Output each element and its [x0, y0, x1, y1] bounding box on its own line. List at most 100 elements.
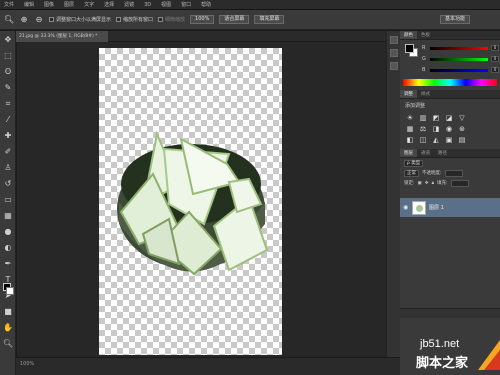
scrubby-zoom-label: 细微缩放 — [165, 17, 186, 23]
brightness-contrast-icon[interactable]: ☀ — [405, 114, 415, 123]
brush-tool-icon[interactable]: ✐ — [2, 146, 14, 158]
opacity-label: 不透明度: — [422, 171, 442, 176]
red-slider[interactable] — [430, 46, 488, 50]
document-canvas[interactable] — [99, 48, 282, 355]
workspace-button[interactable]: 基本功能 — [439, 15, 470, 24]
color-spectrum-ramp[interactable] — [403, 79, 497, 86]
fill-field[interactable] — [450, 179, 469, 187]
tab-paths[interactable]: 路径 — [434, 149, 451, 157]
selective-color-icon[interactable]: ▣ — [444, 136, 454, 145]
resize-windows-checkbox[interactable]: 调整窗口大小以满屏显示 — [49, 16, 111, 23]
menu-image[interactable]: 图像 — [44, 1, 54, 8]
gradient-map-icon[interactable]: ▤ — [457, 136, 467, 145]
exposure-icon[interactable]: ◪ — [444, 114, 454, 123]
background-color-swatch[interactable] — [6, 287, 14, 295]
menu-filter[interactable]: 滤镜 — [124, 1, 134, 8]
invert-icon[interactable]: ◧ — [405, 136, 415, 145]
zoom-all-checkbox[interactable]: 缩放所有窗口 — [116, 16, 153, 23]
channel-mixer-icon[interactable]: ⊛ — [457, 125, 467, 134]
layers-bottom-bar — [400, 308, 500, 318]
menu-help[interactable]: 帮助 — [201, 1, 211, 8]
fill-screen-button[interactable]: 填充屏幕 — [254, 15, 285, 24]
zoom-out-icon[interactable]: ⊖ — [34, 15, 44, 25]
lock-all-icon[interactable]: 🔒︎ — [432, 180, 434, 186]
zoom-tool-icon[interactable]: 🔍︎ — [4, 15, 14, 25]
zoom-readout[interactable]: 100% — [20, 361, 34, 367]
red-value[interactable]: 0 — [491, 45, 499, 51]
healing-brush-tool-icon[interactable]: ✚ — [2, 130, 14, 142]
lock-position-icon[interactable]: ✥ — [425, 181, 429, 186]
tab-channels[interactable]: 通道 — [417, 149, 434, 157]
character-panel-icon[interactable] — [390, 62, 398, 70]
gradient-tool-icon[interactable]: ▦ — [2, 210, 14, 222]
lasso-tool-icon[interactable]: ʘ — [2, 66, 14, 78]
move-tool-icon[interactable]: ✥ — [2, 34, 14, 46]
black-white-icon[interactable]: ◨ — [431, 125, 441, 134]
zoom-100-button[interactable]: 100% — [190, 15, 215, 24]
eraser-tool-icon[interactable]: ▭ — [2, 194, 14, 206]
layer-name[interactable]: 图层 1 — [429, 204, 444, 211]
menu-view[interactable]: 视图 — [161, 1, 171, 8]
red-label: R — [422, 45, 426, 51]
dodge-tool-icon[interactable]: ◐ — [2, 242, 14, 254]
blend-row: 正常 不透明度: — [400, 168, 500, 178]
menu-type[interactable]: 文字 — [84, 1, 94, 8]
tab-styles[interactable]: 样式 — [417, 90, 434, 98]
blur-tool-icon[interactable]: ● — [2, 226, 14, 238]
properties-panel-icon[interactable] — [390, 49, 398, 57]
quick-select-tool-icon[interactable]: ✎ — [2, 82, 14, 94]
layer-row-selected[interactable]: ◉ 图层 1 — [400, 198, 500, 217]
layers-panel-tabs: 图层 通道 路径 — [400, 149, 500, 158]
clone-stamp-tool-icon[interactable]: ♙ — [2, 162, 14, 174]
history-brush-tool-icon[interactable]: ↺ — [2, 178, 14, 190]
layer-kind-filter[interactable]: ρ 类型 — [404, 159, 424, 167]
crop-tool-icon[interactable]: ⌗ — [2, 98, 14, 110]
blue-value[interactable]: 0 — [491, 67, 499, 73]
opacity-field[interactable] — [444, 169, 463, 177]
fit-screen-button[interactable]: 适合屏幕 — [219, 15, 250, 24]
curves-icon[interactable]: ◩ — [431, 114, 441, 123]
blue-slider[interactable] — [430, 68, 488, 72]
threshold-icon[interactable]: ◭ — [431, 136, 441, 145]
document-tab[interactable]: 21.jpg @ 33.3% (图层 1, RGB/8#) * — [16, 31, 108, 42]
shape-tool-icon[interactable]: ■ — [2, 306, 14, 318]
menu-select[interactable]: 选择 — [104, 1, 114, 8]
pen-tool-icon[interactable]: ✒ — [2, 258, 14, 270]
options-bar: 🔍︎ ⊕ ⊖ 调整窗口大小以满屏显示 缩放所有窗口 细微缩放 100% 适合屏幕… — [0, 10, 500, 30]
fill-label: 填充: — [436, 181, 448, 186]
marquee-tool-icon[interactable]: ⬚ — [2, 50, 14, 62]
levels-icon[interactable]: ▥ — [418, 114, 428, 123]
right-panels: 颜色 色板 R 0 G 0 B 0 调整 样式 添加调整 ☀ ▥ ◩ ◪ ▽ ▦… — [400, 31, 500, 375]
checkbox-box — [116, 17, 122, 22]
scrubby-zoom-checkbox[interactable]: 细微缩放 — [158, 16, 185, 23]
posterize-icon[interactable]: ◫ — [418, 136, 428, 145]
photo-filter-icon[interactable]: ◉ — [444, 125, 454, 134]
eyedropper-tool-icon[interactable]: ⁄ — [2, 114, 14, 126]
green-value[interactable]: 0 — [491, 56, 499, 62]
menu-edit[interactable]: 编辑 — [24, 1, 34, 8]
history-panel-icon[interactable] — [390, 36, 398, 44]
visibility-eye-icon[interactable]: ◉ — [403, 204, 409, 211]
zoom-in-icon[interactable]: ⊕ — [19, 15, 29, 25]
tab-layers[interactable]: 图层 — [400, 149, 417, 157]
menu-layer[interactable]: 图层 — [64, 1, 74, 8]
color-balance-icon[interactable]: ⚖ — [418, 125, 428, 134]
green-slider[interactable] — [430, 57, 488, 61]
color-panel-tabs: 颜色 色板 — [400, 31, 500, 40]
color-panel: R 0 G 0 B 0 — [400, 40, 500, 90]
tab-swatches[interactable]: 色板 — [417, 31, 434, 39]
menu-window[interactable]: 窗口 — [181, 1, 191, 8]
vibrance-icon[interactable]: ▽ — [457, 114, 467, 123]
foreground-color-swatch[interactable] — [405, 44, 414, 53]
hand-tool-icon[interactable]: ✋ — [2, 322, 14, 334]
zoom-tool-icon[interactable]: 🔍︎ — [2, 338, 14, 350]
menu-3d[interactable]: 3D — [144, 2, 151, 8]
menu-file[interactable]: 文件 — [4, 1, 14, 8]
lock-pixels-icon[interactable]: ▣ — [418, 181, 422, 186]
blend-mode-select[interactable]: 正常 — [404, 169, 419, 177]
canvas-workspace[interactable] — [17, 42, 400, 357]
tab-color[interactable]: 颜色 — [400, 31, 417, 39]
tab-adjustments[interactable]: 调整 — [400, 90, 417, 98]
hue-saturation-icon[interactable]: ▦ — [405, 125, 415, 134]
layers-panel: ρ 类型 正常 不透明度: 锁定: ▣ ✥ 🔒︎ 填充: ◉ 图层 1 — [400, 158, 500, 318]
